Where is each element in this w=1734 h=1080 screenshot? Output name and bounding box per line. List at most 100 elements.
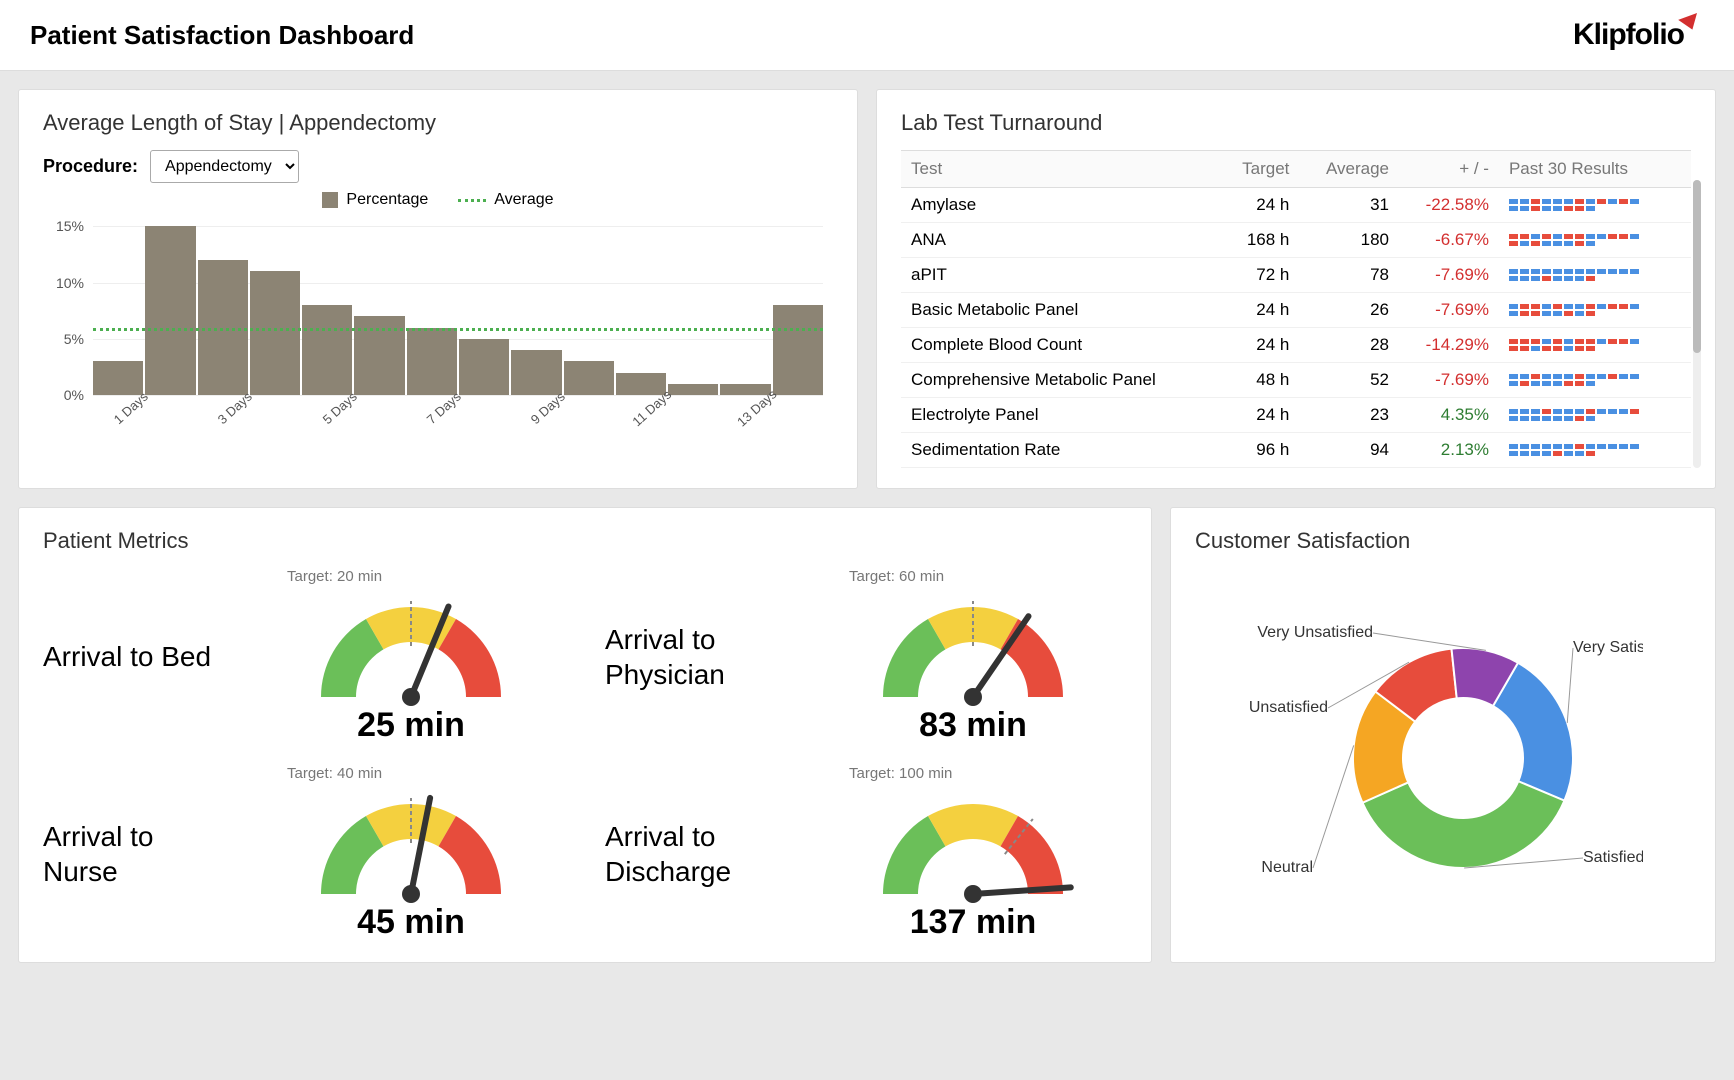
donut-label: Unsatisfied bbox=[1249, 699, 1328, 716]
lab-delta: -7.69% bbox=[1399, 258, 1499, 293]
lab-delta: -7.69% bbox=[1399, 293, 1499, 328]
metric: Arrival to Discharge Target: 100 min 137 m… bbox=[605, 765, 1127, 942]
lab-test-name: aPIT bbox=[901, 258, 1219, 293]
lab-average: 180 bbox=[1299, 223, 1399, 258]
lab-sparkline bbox=[1499, 398, 1691, 433]
average-dash-icon bbox=[458, 199, 486, 202]
procedure-select[interactable]: Appendectomy bbox=[150, 150, 299, 183]
gauge-icon bbox=[306, 784, 516, 904]
percentage-swatch-icon bbox=[322, 192, 338, 208]
lab-average: 26 bbox=[1299, 293, 1399, 328]
table-row: Complete Blood Count24 h28-14.29% bbox=[901, 328, 1691, 363]
table-row: Basic Metabolic Panel24 h26-7.69% bbox=[901, 293, 1691, 328]
lab-test-name: Amylase bbox=[901, 188, 1219, 223]
donut-label: Satisfied bbox=[1583, 849, 1643, 866]
lab-target: 24 h bbox=[1219, 293, 1300, 328]
lab-test-name: Sedimentation Rate bbox=[901, 433, 1219, 468]
donut-label: Very Satisfied bbox=[1573, 639, 1643, 656]
metric: Arrival to Nurse Target: 40 min 45 min bbox=[43, 765, 565, 942]
lab-table: Test Target Average + / - Past 30 Result… bbox=[901, 150, 1691, 468]
lab-sparkline bbox=[1499, 293, 1691, 328]
metric-value: 45 min bbox=[257, 903, 565, 942]
lab-delta: 4.35% bbox=[1399, 398, 1499, 433]
lab-target: 96 h bbox=[1219, 433, 1300, 468]
y-tick: 10% bbox=[56, 275, 84, 291]
lab-title: Lab Test Turnaround bbox=[901, 110, 1691, 136]
lab-test-name: ANA bbox=[901, 223, 1219, 258]
lab-col-target: Target bbox=[1219, 151, 1300, 188]
procedure-label: Procedure: bbox=[43, 156, 138, 177]
lab-average: 31 bbox=[1299, 188, 1399, 223]
metric-label: Arrival to Physician bbox=[605, 622, 795, 692]
donut-label: Very Unsatisfied bbox=[1257, 624, 1373, 641]
lab-average: 78 bbox=[1299, 258, 1399, 293]
lab-delta: 2.13% bbox=[1399, 433, 1499, 468]
los-bar bbox=[145, 226, 195, 395]
lab-target: 72 h bbox=[1219, 258, 1300, 293]
donut-label: Neutral bbox=[1261, 859, 1313, 876]
lab-test-name: Complete Blood Count bbox=[901, 328, 1219, 363]
lab-test-name: Comprehensive Metabolic Panel bbox=[901, 363, 1219, 398]
lab-delta: -6.67% bbox=[1399, 223, 1499, 258]
y-tick: 0% bbox=[64, 387, 84, 403]
metric: Arrival to Bed Target: 20 min 25 min bbox=[43, 568, 565, 745]
lab-sparkline bbox=[1499, 328, 1691, 363]
metric-value: 137 min bbox=[819, 903, 1127, 942]
y-tick: 5% bbox=[64, 331, 84, 347]
lab-col-average: Average bbox=[1299, 151, 1399, 188]
metric-label: Arrival to Discharge bbox=[605, 819, 795, 889]
gauge-icon bbox=[868, 784, 1078, 904]
metric-value: 83 min bbox=[819, 706, 1127, 745]
metric-value: 25 min bbox=[257, 706, 565, 745]
header-bar: Patient Satisfaction Dashboard Klipfolio bbox=[0, 0, 1734, 71]
los-title: Average Length of Stay | Appendectomy bbox=[43, 110, 833, 136]
table-row: Electrolyte Panel24 h234.35% bbox=[901, 398, 1691, 433]
los-bar-chart: 0%5%10%15% 1 Days3 Days5 Days7 Days9 Day… bbox=[93, 215, 823, 435]
gauge-icon bbox=[868, 587, 1078, 707]
metrics-title: Patient Metrics bbox=[43, 528, 1127, 554]
lab-col-delta: + / - bbox=[1399, 151, 1499, 188]
lab-target: 168 h bbox=[1219, 223, 1300, 258]
lab-card: Lab Test Turnaround Test Target Average … bbox=[876, 89, 1716, 489]
lab-sparkline bbox=[1499, 363, 1691, 398]
lab-test-name: Electrolyte Panel bbox=[901, 398, 1219, 433]
lab-target: 24 h bbox=[1219, 398, 1300, 433]
scrollbar-thumb[interactable] bbox=[1693, 180, 1701, 353]
lab-scrollbar[interactable] bbox=[1693, 180, 1701, 468]
metric-target: Target: 100 min bbox=[819, 765, 1127, 782]
lab-delta: -14.29% bbox=[1399, 328, 1499, 363]
lab-sparkline bbox=[1499, 258, 1691, 293]
page-title: Patient Satisfaction Dashboard bbox=[30, 20, 414, 51]
csat-card: Customer Satisfaction Very Satisfied Sati… bbox=[1170, 507, 1716, 963]
logo-triangle-icon bbox=[1678, 13, 1702, 33]
lab-delta: -22.58% bbox=[1399, 188, 1499, 223]
lab-col-past: Past 30 Results bbox=[1499, 151, 1691, 188]
lab-average: 28 bbox=[1299, 328, 1399, 363]
csat-title: Customer Satisfaction bbox=[1195, 528, 1691, 554]
los-card: Average Length of Stay | Appendectomy Pr… bbox=[18, 89, 858, 489]
lab-test-name: Basic Metabolic Panel bbox=[901, 293, 1219, 328]
lab-sparkline bbox=[1499, 433, 1691, 468]
lab-sparkline bbox=[1499, 188, 1691, 223]
metric-label: Arrival to Bed bbox=[43, 639, 233, 674]
los-bar bbox=[250, 271, 300, 395]
lab-average: 94 bbox=[1299, 433, 1399, 468]
lab-average: 23 bbox=[1299, 398, 1399, 433]
metrics-card: Patient Metrics Arrival to Bed Target: 20… bbox=[18, 507, 1152, 963]
metric-label: Arrival to Nurse bbox=[43, 819, 233, 889]
table-row: Comprehensive Metabolic Panel48 h52-7.69… bbox=[901, 363, 1691, 398]
los-legend: Percentage Average bbox=[43, 191, 833, 209]
metric-target: Target: 40 min bbox=[257, 765, 565, 782]
lab-target: 24 h bbox=[1219, 328, 1300, 363]
metric-target: Target: 20 min bbox=[257, 568, 565, 585]
table-row: ANA168 h180-6.67% bbox=[901, 223, 1691, 258]
lab-col-test: Test bbox=[901, 151, 1219, 188]
metric: Arrival to PhysicianTarget: 60 min83 min bbox=[605, 568, 1127, 745]
csat-donut-chart: Very Satisfied Satisfied Neutral Unsatisfie… bbox=[1195, 568, 1691, 928]
lab-average: 52 bbox=[1299, 363, 1399, 398]
donut-slice bbox=[1363, 781, 1565, 868]
lab-sparkline bbox=[1499, 223, 1691, 258]
lab-target: 48 h bbox=[1219, 363, 1300, 398]
gauge-icon bbox=[306, 587, 516, 707]
brand-logo: Klipfolio bbox=[1573, 18, 1704, 52]
